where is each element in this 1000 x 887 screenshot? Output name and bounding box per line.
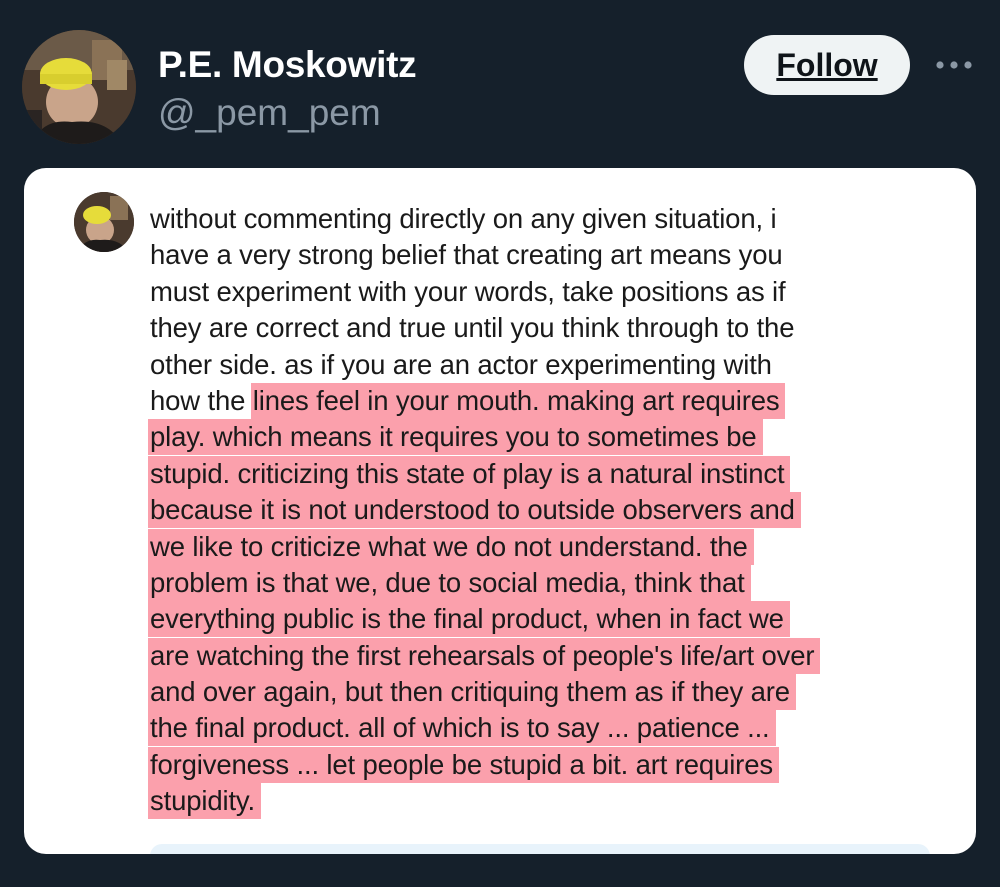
text-plain: have a very strong belief that creating … (150, 239, 783, 271)
text-line: they are correct and true until you thin… (150, 310, 940, 346)
text-line: problem is that we, due to social media,… (148, 564, 940, 601)
post-screen: P.E. Moskowitz @_pem_pem Follow without … (0, 0, 1000, 887)
text-line: without commenting directly on any given… (150, 201, 940, 237)
quoted-content-peek[interactable] (150, 844, 930, 854)
text-line: we like to criticize what we do not unde… (148, 528, 940, 565)
text-line: everything public is the final product, … (148, 601, 940, 638)
text-line: other side. as if you are an actor exper… (150, 347, 940, 383)
user-handle[interactable]: @_pem_pem (158, 92, 381, 134)
highlighted-text: stupid. criticizing this state of play i… (148, 455, 791, 492)
highlighted-text: are watching the first rehearsals of peo… (148, 637, 821, 674)
author-avatar-image (22, 30, 136, 144)
text-line: have a very strong belief that creating … (150, 237, 940, 273)
quoted-author-avatar[interactable] (74, 192, 134, 252)
highlighted-text: problem is that we, due to social media,… (148, 564, 751, 601)
text-plain: without commenting directly on any given… (150, 203, 777, 234)
text-line: stupid. criticizing this state of play i… (148, 455, 940, 492)
display-name[interactable]: P.E. Moskowitz (158, 44, 417, 86)
more-horizontal-icon[interactable] (932, 52, 976, 78)
highlighted-text: the final product. all of which is to sa… (148, 710, 776, 747)
text-line: the final product. all of which is to sa… (148, 710, 940, 747)
text-plain: must experiment with your words, take po… (150, 275, 786, 307)
text-line: and over again, but then critiquing them… (148, 674, 940, 711)
text-line: must experiment with your words, take po… (150, 274, 940, 310)
highlighted-text: play. which means it requires you to som… (148, 419, 763, 456)
text-line: are watching the first rehearsals of peo… (148, 637, 940, 674)
quoted-author-avatar-image (74, 192, 134, 252)
highlighted-text: and over again, but then critiquing them… (148, 674, 796, 711)
post-text: without commenting directly on any given… (148, 201, 940, 820)
follow-button[interactable]: Follow (744, 35, 910, 95)
highlighted-text: we like to criticize what we do not unde… (148, 528, 754, 565)
highlighted-text: stupidity. (148, 783, 261, 820)
text-plain: they are correct and true until you thin… (150, 312, 795, 344)
text-line: forgiveness ... let people be stupid a b… (148, 746, 940, 783)
text-plain: other side. as if you are an actor exper… (150, 348, 772, 380)
text-line: stupidity. (148, 783, 940, 820)
highlighted-text: everything public is the final product, … (148, 601, 790, 638)
text-plain: how the (150, 384, 246, 416)
highlighted-text: forgiveness ... let people be stupid a b… (148, 746, 779, 783)
text-line: how the lines feel in your mouth. making… (150, 382, 940, 419)
highlighted-text: lines feel in your mouth. making art req… (250, 382, 786, 419)
highlighted-text: because it is not understood to outside … (148, 492, 801, 529)
author-avatar[interactable] (22, 30, 136, 144)
quoted-post-card[interactable]: without commenting directly on any given… (24, 168, 976, 854)
text-line: play. which means it requires you to som… (148, 419, 940, 456)
text-line: because it is not understood to outside … (148, 492, 940, 529)
